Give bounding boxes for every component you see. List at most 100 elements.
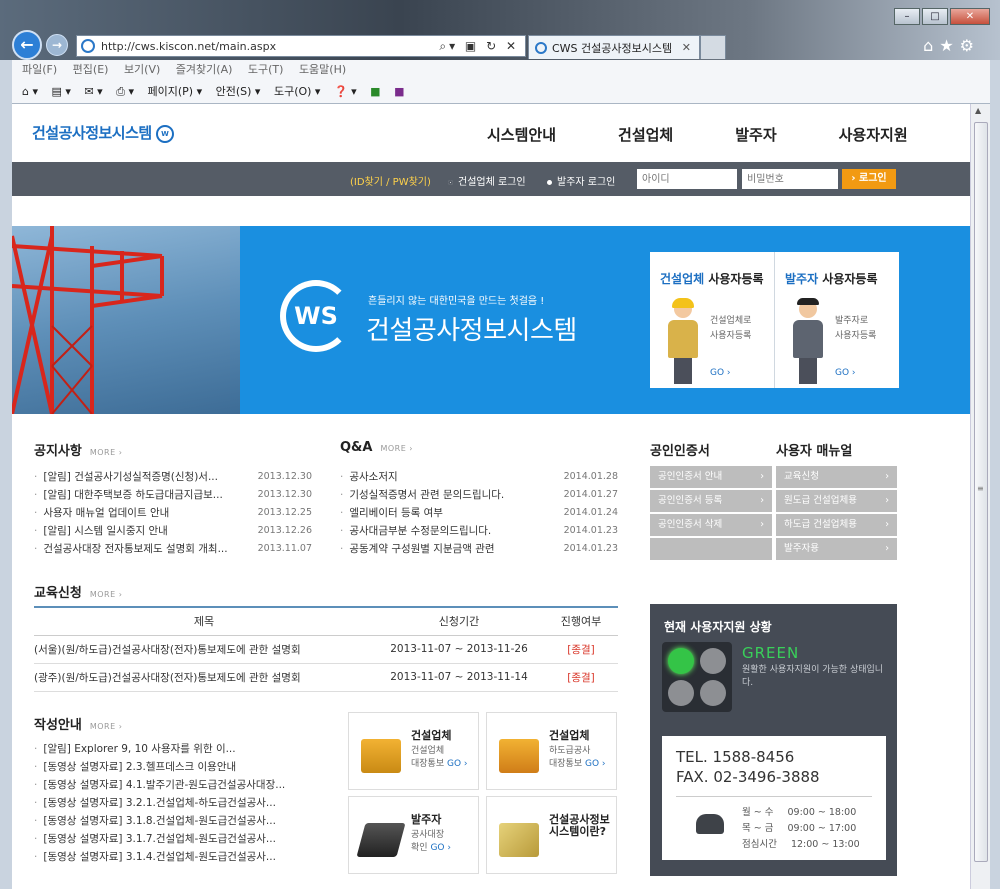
menu-favorites[interactable]: 즐겨찾기(A) (176, 63, 233, 76)
manual-prime-link[interactable]: 원도급 건설업체용 › (776, 490, 897, 512)
list-item[interactable]: · 공동계약 구성원별 지분금액 관련 2014.01.23 (340, 540, 618, 558)
close-tab-icon[interactable]: ✕ (682, 41, 691, 54)
maximize-button[interactable]: □ (922, 8, 948, 25)
item-text: 기성실적증명서 관련 문의드립니다. (349, 489, 505, 501)
manual-edu-link[interactable]: 교육신청 › (776, 466, 897, 488)
print-icon[interactable]: ⎙ ▾ (116, 85, 134, 98)
tools-menu[interactable]: 도구(O) ▾ (274, 85, 321, 98)
cert-guide-link[interactable]: 공인인증서 안내 › (650, 466, 772, 488)
guide-more-link[interactable]: MORE › (90, 722, 123, 731)
table-row[interactable]: (광주)(원/하도급)건설공사대장(전자)통보제도에 관한 설명회 2013-1… (34, 663, 618, 692)
address-bar[interactable]: http://cws.kiscon.net/main.aspx ⌕▾ ▣ ↻ ✕ (76, 35, 526, 57)
browser-tab[interactable]: CWS 건설공사정보시스템 ✕ (528, 35, 700, 59)
menu-file[interactable]: 파일(F) (22, 63, 57, 76)
help-icon[interactable]: ❓ ▾ (334, 85, 357, 98)
ie-icon (535, 41, 547, 54)
legs-shape (674, 358, 692, 384)
radio-client-login[interactable]: 발주자 로그인 (545, 173, 615, 188)
item-date: 2013.11.07 (257, 543, 312, 554)
login-button[interactable]: › 로그인 (842, 169, 896, 189)
item-date: 2014.01.23 (563, 525, 618, 536)
scroll-up-icon[interactable]: ▲ (975, 106, 981, 115)
light-icon (668, 680, 694, 706)
menu-view[interactable]: 보기(V) (124, 63, 160, 76)
forward-button[interactable]: → (46, 34, 68, 56)
browser-right-icons[interactable]: ⌂★⚙ (923, 36, 980, 55)
close-window-button[interactable]: ✕ (950, 8, 990, 25)
client-register-go[interactable]: GO › (835, 368, 856, 378)
list-item[interactable]: · [동영상 설명자료] 4.1.발주기관-원도급건설공사대장... (34, 776, 334, 794)
mail-icon[interactable]: ✉ ▾ (84, 85, 102, 98)
menu-edit[interactable]: 편집(E) (73, 63, 109, 76)
nav-user-support[interactable]: 사용자지원 (839, 124, 908, 145)
onenote-icon[interactable]: ■ (394, 85, 404, 98)
card-go-link[interactable]: GO › (447, 759, 468, 769)
row-title[interactable]: (광주)(원/하도급)건설공사대장(전자)통보제도에 관한 설명회 (34, 663, 374, 692)
site-logo[interactable]: 건설공사정보시스템 W (32, 122, 174, 143)
list-item[interactable]: · 사용자 매뉴얼 업데이트 안내 2013.12.25 (34, 504, 312, 522)
item-label: 교육신청 (784, 471, 819, 482)
item-text: 공사대금부분 수정문의드립니다. (349, 525, 492, 537)
menu-tools[interactable]: 도구(T) (248, 63, 284, 76)
list-item[interactable]: · [동영상 설명자료] 3.1.4.건설업체-원도급건설공사... (34, 848, 334, 866)
item-text: 사용자 매뉴얼 업데이트 안내 (43, 507, 170, 519)
find-id-pw-link[interactable]: (ID찾기 / PW찾기) (350, 173, 431, 188)
list-item[interactable]: · [알림] 대한주택보증 하도급대금지급보... 2013.12.30 (34, 486, 312, 504)
reg-title-a: 건설업체 (660, 272, 705, 286)
list-item[interactable]: · [알림] Explorer 9, 10 사용자를 위한 이... (34, 740, 334, 758)
list-item[interactable]: · 엘리베이터 등록 여부 2014.01.24 (340, 504, 618, 522)
safety-menu[interactable]: 안전(S) ▾ (216, 85, 261, 98)
page-menu[interactable]: 페이지(P) ▾ (148, 85, 203, 98)
list-item[interactable]: · [동영상 설명자료] 3.1.8.건설업체-원도급건설공사... (34, 812, 334, 830)
card-system-intro[interactable]: 건설공사정보 시스템이란? (486, 796, 617, 874)
list-item[interactable]: · 공사소저지 2014.01.28 (340, 468, 618, 486)
radio-contractor-login[interactable]: 건설업체 로그인 (446, 173, 526, 188)
contractor-register-go[interactable]: GO › (710, 368, 731, 378)
card-go-link[interactable]: GO › (585, 759, 606, 769)
list-item[interactable]: · [동영상 설명자료] 3.2.1.건설업체-하도급건설공사... (34, 794, 334, 812)
card-client-check[interactable]: 발주자 공사대장 확인 GO › (348, 796, 479, 874)
notice-more-link[interactable]: MORE › (90, 448, 123, 457)
list-item[interactable]: · 기성실적증명서 관련 문의드립니다. 2014.01.27 (340, 486, 618, 504)
row-title[interactable]: (서울)(원/하도급)건설공사대장(전자)통보제도에 관한 설명회 (34, 635, 374, 664)
card-subcontract-report[interactable]: 건설업체 하도급공사 대장통보 GO › (486, 712, 617, 790)
list-item[interactable]: · 공사대금부분 수정문의드립니다. 2014.01.23 (340, 522, 618, 540)
list-item[interactable]: · [알림] 시스템 일시중지 안내 2013.12.26 (34, 522, 312, 540)
client-register-box[interactable]: 발주자 사용자등록 발주자로 사용자등록 GO › (775, 252, 899, 388)
minimize-button[interactable]: – (894, 8, 920, 25)
cert-register-link[interactable]: 공인인증서 등록 › (650, 490, 772, 512)
back-button[interactable]: ← (12, 30, 42, 60)
nav-system-guide[interactable]: 시스템안내 (487, 124, 556, 145)
list-item[interactable]: · [알림] 건설공사기성실적증명(신청)서... 2013.12.30 (34, 468, 312, 486)
tel-number: TEL. 1588-8456 (676, 748, 795, 766)
cert-delete-link[interactable]: 공인인증서 삭제 › (650, 514, 772, 536)
feeds-icon[interactable]: ▤ ▾ (52, 85, 71, 98)
manual-sub-link[interactable]: 하도급 건설업체용 › (776, 514, 897, 536)
card-contractor-report[interactable]: 건설업체 건설업체 대장통보 GO › (348, 712, 479, 790)
nav-client[interactable]: 발주자 (735, 124, 776, 145)
client-register-desc: 발주자로 사용자등록 (835, 314, 876, 344)
vertical-scrollbar[interactable]: ▲ ≡ (970, 104, 990, 889)
manual-client-link[interactable]: 발주자용 › (776, 538, 897, 560)
menu-help[interactable]: 도움말(H) (299, 63, 346, 76)
list-item[interactable]: · [동영상 설명자료] 2.3.헬프데스크 이용안내 (34, 758, 334, 776)
contractor-register-box[interactable]: 건설업체 사용자등록 건설업체로 사용자등록 GO › (650, 252, 774, 388)
crane-illustration (12, 226, 164, 414)
password-input[interactable] (742, 169, 838, 189)
list-item[interactable]: · [동영상 설명자료] 3.1.7.건설업체-원도급건설공사... (34, 830, 334, 848)
addon-icon[interactable]: ■ (370, 85, 380, 98)
list-item[interactable]: · 건설공사대장 전자통보제도 설명회 개최... 2013.11.07 (34, 540, 312, 558)
qna-more-link[interactable]: MORE › (380, 444, 413, 453)
home-icon[interactable]: ⌂ ▾ (22, 85, 38, 98)
manual-header: 사용자 매뉴얼 (776, 444, 853, 459)
body-shape (793, 320, 823, 358)
new-tab-button[interactable] (700, 35, 726, 59)
table-row[interactable]: (서울)(원/하도급)건설공사대장(전자)통보제도에 관한 설명회 2013-1… (34, 635, 618, 664)
address-tools[interactable]: ⌕▾ ▣ ↻ ✕ (439, 39, 519, 54)
reg-title-a: 발주자 (785, 272, 819, 286)
education-more-link[interactable]: MORE › (90, 590, 123, 599)
nav-contractor[interactable]: 건설업체 (618, 124, 673, 145)
id-input[interactable] (637, 169, 737, 189)
card-go-link[interactable]: GO › (430, 843, 451, 853)
card-title: 건설업체 (411, 729, 452, 742)
